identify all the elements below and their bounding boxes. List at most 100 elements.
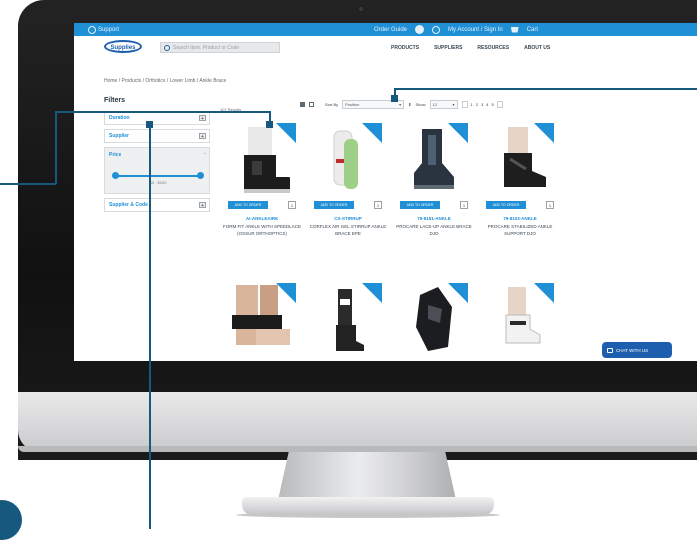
site-logo[interactable]: Supplies xyxy=(104,40,142,53)
filter-supplier-code[interactable]: Supplier & Code + xyxy=(104,198,210,212)
expand-duration-button[interactable]: + xyxy=(199,115,206,122)
callout-line xyxy=(0,183,56,185)
corner-ribbon xyxy=(362,123,382,143)
cart-label[interactable]: Cart xyxy=(527,27,538,33)
add-to-order-button[interactable]: ADD TO ORDER xyxy=(228,201,268,209)
show-label: Show xyxy=(415,101,426,107)
price-min-handle[interactable] xyxy=(112,172,119,179)
product-title[interactable]: PROCARE LACE-UP ANKLE BRACE DJO xyxy=(394,223,474,237)
callout-badge xyxy=(0,500,22,540)
monitor-chin xyxy=(18,392,697,452)
order-guide-link[interactable]: Order Guide xyxy=(374,27,407,33)
page-3[interactable]: 3 xyxy=(481,102,483,107)
corner-ribbon xyxy=(534,123,554,143)
product-sku[interactable]: AI-ANKLEAIRE xyxy=(222,216,302,221)
product-sku[interactable]: CS-STIRRUP xyxy=(308,216,388,221)
account-icon xyxy=(432,25,441,34)
product-image[interactable] xyxy=(308,123,388,195)
product-sku[interactable]: 79-8151-ANKLE xyxy=(394,216,474,221)
expand-supplier-code-button[interactable]: + xyxy=(199,202,206,209)
product-actions: ADD TO ORDER 1 xyxy=(314,201,382,209)
search-input[interactable]: Search Item, Product or Code xyxy=(160,42,280,53)
sort-label: Sort By xyxy=(325,101,339,107)
camera-icon xyxy=(359,7,363,11)
globe-icon[interactable] xyxy=(415,25,425,34)
callout-line xyxy=(149,124,151,529)
filter-supplier-label: Supplier xyxy=(109,133,130,139)
product-title[interactable]: PROCARE STABILIZED ANKLE SUPPORT DJO xyxy=(480,223,560,237)
product-image[interactable] xyxy=(394,283,474,355)
next-page-button[interactable] xyxy=(496,100,503,108)
account-link[interactable]: My Account / Sign In xyxy=(448,27,503,33)
filter-supplier-code-label: Supplier & Code xyxy=(109,202,148,208)
page-1[interactable]: 1 xyxy=(471,102,473,107)
product-actions: ADD TO ORDER 1 xyxy=(486,201,554,209)
website-screen: Support Order Guide My Account / Sign In… xyxy=(74,23,697,361)
product-image[interactable] xyxy=(480,123,560,195)
filters-panel: Duration + Supplier + Price - $0 - $100 … xyxy=(104,111,210,216)
filter-price: Price - $0 - $100 xyxy=(104,147,210,194)
callout-line xyxy=(269,111,271,123)
quantity-input[interactable]: 1 xyxy=(460,201,468,209)
nav-resources[interactable]: RESOURCES xyxy=(477,45,509,51)
nav-products[interactable]: PRODUCTS xyxy=(391,45,419,51)
product-title[interactable]: FORM FIT ANKLE WITH SPEEDLACE (OSSUR ORT… xyxy=(222,223,302,237)
grid-view-icon[interactable] xyxy=(300,101,305,107)
filter-duration-label: Duration xyxy=(109,115,130,121)
page-4[interactable]: 4 xyxy=(486,102,488,107)
corner-ribbon xyxy=(276,283,296,303)
nav-suppliers[interactable]: SUPPLIERS xyxy=(434,45,462,51)
filter-duration[interactable]: Duration + xyxy=(104,111,210,125)
corner-ribbon xyxy=(276,123,296,143)
product-image[interactable] xyxy=(394,123,474,195)
top-utility-bar: Support Order Guide My Account / Sign In… xyxy=(74,23,697,36)
quantity-input[interactable]: 1 xyxy=(546,201,554,209)
filter-price-label: Price xyxy=(109,152,122,158)
monitor-stand-base xyxy=(242,497,494,515)
product-actions: ADD TO ORDER 1 xyxy=(228,201,296,209)
breadcrumb[interactable]: Home / Products / Orthotics / Lower Limb… xyxy=(104,78,226,84)
product-image[interactable] xyxy=(480,283,560,355)
cart-icon[interactable] xyxy=(510,26,519,33)
list-view-icon[interactable] xyxy=(309,101,314,107)
add-to-order-button[interactable]: ADD TO ORDER xyxy=(486,201,526,209)
quantity-input[interactable]: 1 xyxy=(374,201,382,209)
callout-line xyxy=(394,88,697,90)
monitor-stand-neck xyxy=(278,452,456,500)
results-toolbar: Sort By Position ▾ ⬍ Show 12 ▾ 1 2 3 4 5 xyxy=(300,97,503,111)
collapse-price-button[interactable]: - xyxy=(204,151,206,157)
chevron-down-icon: ▾ xyxy=(399,101,402,107)
quantity-input[interactable]: 1 xyxy=(288,201,296,209)
prev-page-button[interactable] xyxy=(461,100,468,108)
price-max-handle[interactable] xyxy=(197,172,204,179)
sort-value: Position xyxy=(345,101,360,107)
filter-supplier[interactable]: Supplier + xyxy=(104,129,210,143)
chat-label: CHAT WITH US xyxy=(616,347,649,353)
product-image[interactable] xyxy=(222,123,302,195)
add-to-order-button[interactable]: ADD TO ORDER xyxy=(400,201,440,209)
product-sku[interactable]: 79-8103-ANKLE xyxy=(480,216,560,221)
corner-ribbon xyxy=(448,283,468,303)
monitor-chin-edge xyxy=(18,446,697,452)
sort-direction-icon[interactable]: ⬍ xyxy=(408,102,411,107)
search-placeholder: Search Item, Product or Code xyxy=(173,44,240,51)
callout-line xyxy=(55,111,270,113)
page-2[interactable]: 2 xyxy=(476,102,478,107)
corner-ribbon xyxy=(448,123,468,143)
product-image[interactable] xyxy=(308,283,388,355)
page-5[interactable]: 5 xyxy=(491,102,493,107)
expand-supplier-button[interactable]: + xyxy=(199,133,206,140)
nav-about-us[interactable]: ABOUT US xyxy=(524,45,550,51)
price-slider[interactable] xyxy=(112,172,204,179)
chat-icon xyxy=(607,347,613,353)
support-link[interactable]: Support xyxy=(88,26,119,34)
show-select[interactable]: 12 ▾ xyxy=(429,99,458,109)
product-image[interactable] xyxy=(222,283,302,355)
add-to-order-button[interactable]: ADD TO ORDER xyxy=(314,201,354,209)
top-utility-links: Order Guide My Account / Sign In Cart xyxy=(374,25,538,34)
chat-button[interactable]: CHAT WITH US xyxy=(602,342,672,358)
pagination: 1 2 3 4 5 xyxy=(461,100,503,108)
search-icon[interactable] xyxy=(164,44,170,51)
callout-line xyxy=(55,111,57,184)
product-title[interactable]: CORFLEX AIR GEL STIRRUP ANKLE BRACE EPE xyxy=(308,223,388,237)
